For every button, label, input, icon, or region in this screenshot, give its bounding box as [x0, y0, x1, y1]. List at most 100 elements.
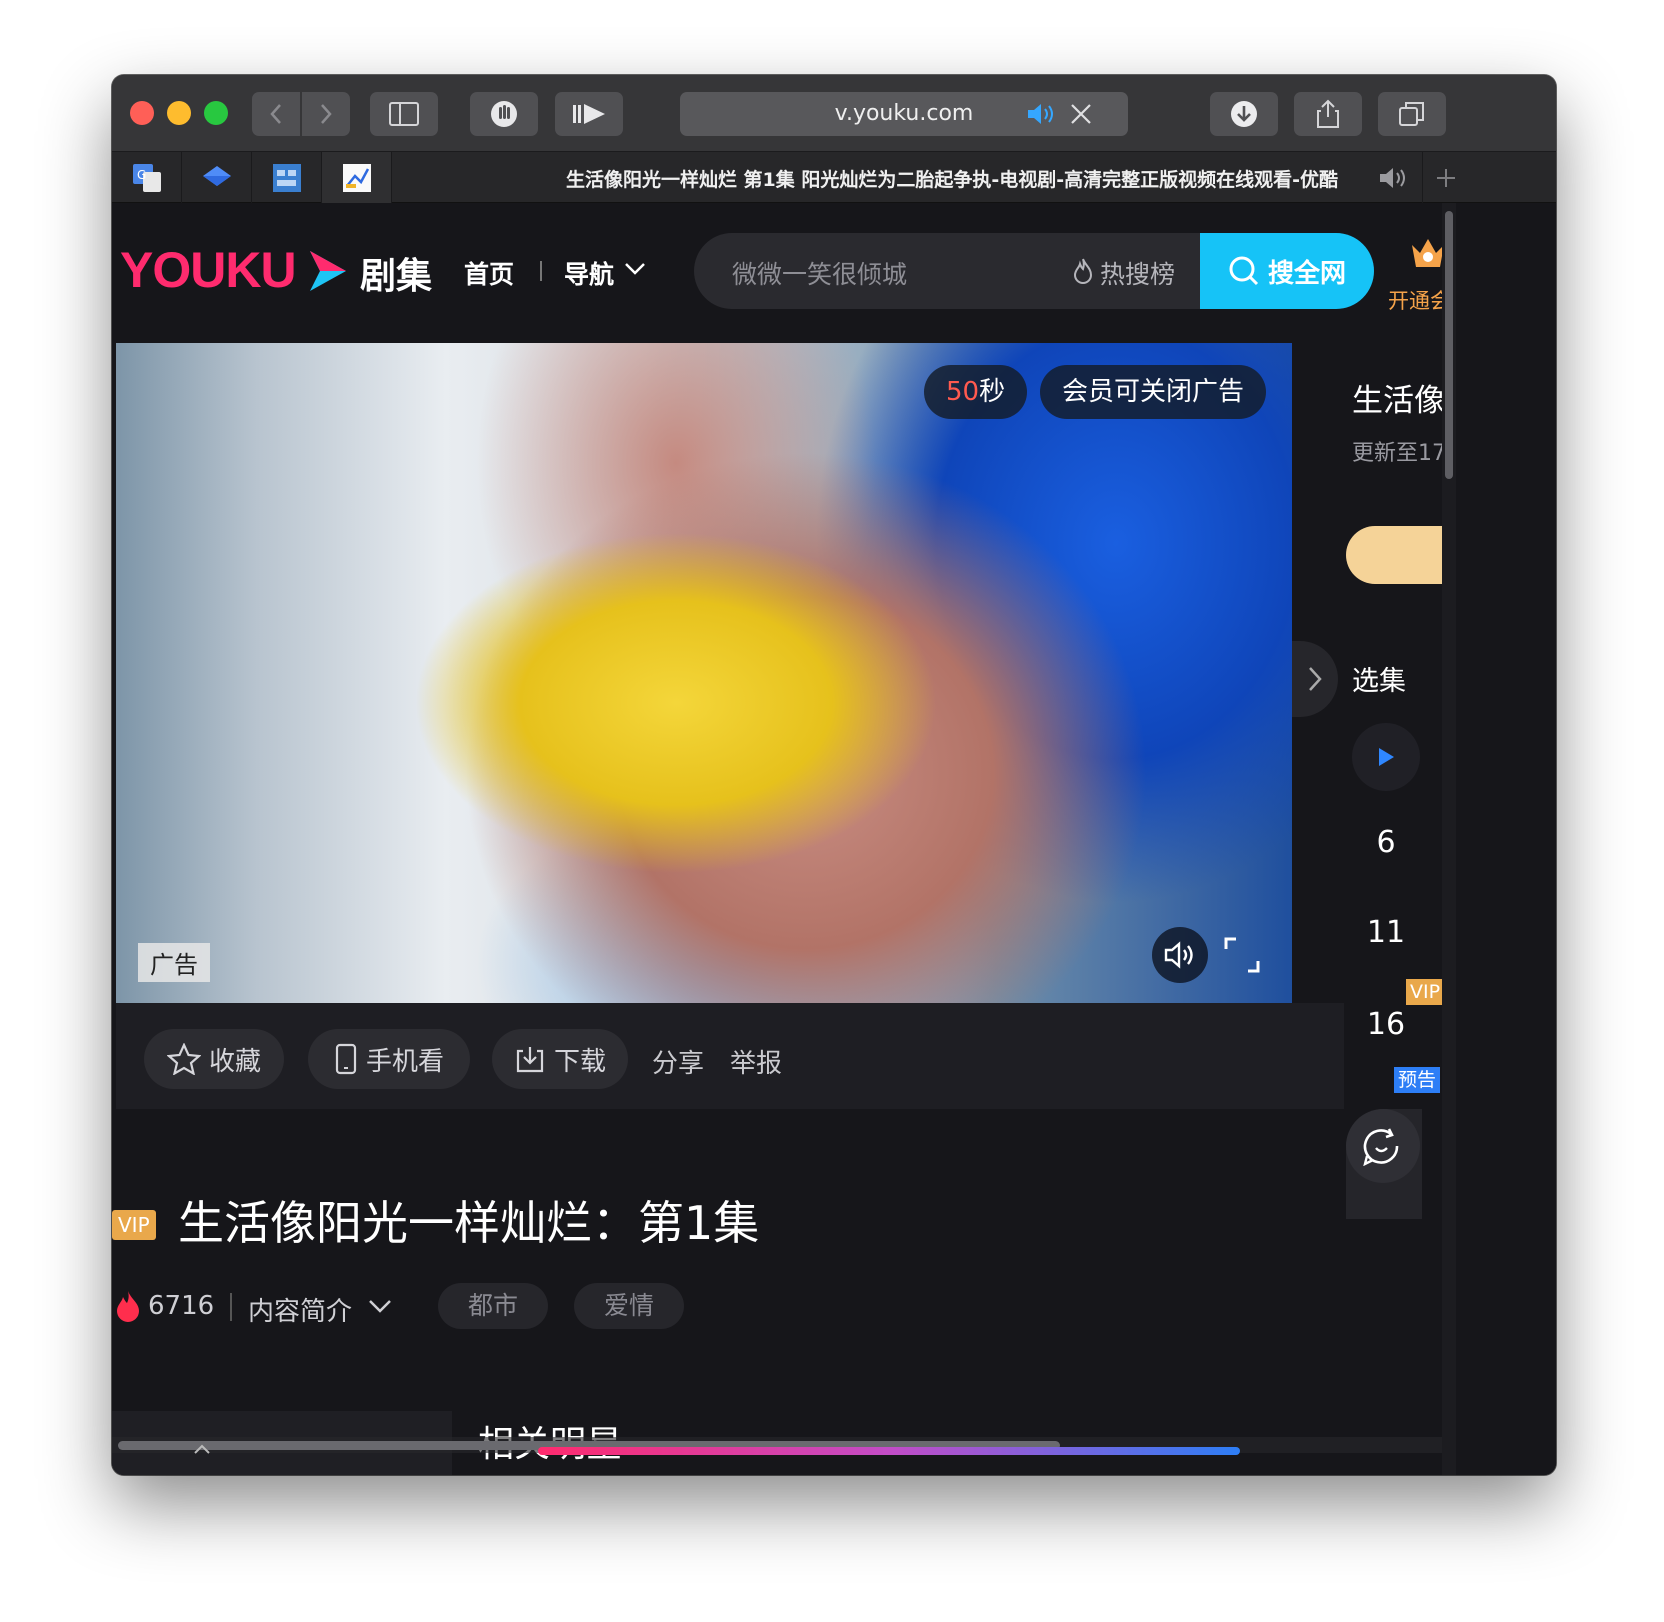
minimize-window-button[interactable]: [167, 101, 191, 125]
episode-title: 生活像阳光一样灿烂：第1集: [178, 1196, 760, 1250]
youku-logo[interactable]: YOUKU: [120, 241, 297, 299]
tab-overview-button[interactable]: [1378, 92, 1446, 136]
downloads-button[interactable]: [1210, 92, 1278, 136]
mobile-label: 手机看: [365, 1046, 444, 1077]
share-link[interactable]: 分享: [652, 1043, 704, 1080]
adblock-extension-button[interactable]: [470, 92, 538, 136]
share-icon: [1317, 99, 1339, 128]
episode-1-playing[interactable]: [1352, 723, 1420, 791]
stop-loading-icon[interactable]: [1070, 103, 1092, 125]
search-icon: [1229, 256, 1259, 286]
play-forward-icon: [573, 104, 605, 124]
graduation-cap-icon: [202, 166, 231, 186]
page-progress-bar: [538, 1447, 1240, 1455]
tab-bar: G 生活像阳光一样灿烂 第1集 阳光灿烂为二胎起争执-电视剧-高清完整正版视频在…: [112, 151, 1556, 204]
title-bar: v.youku.com: [112, 75, 1556, 151]
close-window-button[interactable]: [130, 101, 154, 125]
new-tab-icon[interactable]: [1434, 166, 1458, 190]
chat-refresh-icon: [1363, 1128, 1399, 1166]
download-box-icon: [516, 1047, 544, 1073]
hand-stop-icon: [491, 101, 517, 127]
nav-home-link[interactable]: 首页: [464, 255, 514, 291]
tag-urban[interactable]: 都市: [438, 1283, 549, 1329]
show-title[interactable]: 生活像阳光一样灿烂: [1352, 375, 1442, 420]
search-box[interactable]: 微微一笑很倾城 热搜榜 搜全网: [694, 233, 1374, 309]
fullscreen-icon[interactable]: [1222, 935, 1262, 975]
ad-seconds: 50: [946, 377, 980, 407]
feedback-button[interactable]: [1346, 1109, 1420, 1183]
address-bar[interactable]: v.youku.com: [680, 92, 1128, 136]
speaker-active-icon[interactable]: [1026, 102, 1058, 126]
chevron-right-icon: [1309, 667, 1322, 691]
sidebar-icon: [389, 102, 419, 126]
pinned-tab-chart[interactable]: [322, 152, 392, 204]
url-text: v.youku.com: [834, 101, 974, 126]
zoom-window-button[interactable]: [204, 101, 228, 125]
play-icon: [1379, 748, 1394, 766]
flame-icon: [117, 1291, 139, 1322]
chevron-down-icon[interactable]: [368, 1297, 392, 1315]
site-header: YOUKU 剧集 首页 导航 微微一笑很倾城 热搜榜 搜全网 开通会: [112, 203, 1556, 341]
share-button[interactable]: [1294, 92, 1362, 136]
youku-play-logo-icon: [310, 251, 346, 291]
chart-logo-icon: [342, 164, 371, 192]
vip-badge: VIP: [112, 1210, 156, 1240]
video-actions-bar: 收藏 手机看 下载 分享 举报: [116, 1003, 1344, 1109]
vertical-scroll-thumb[interactable]: [1445, 211, 1453, 479]
channel-name[interactable]: 剧集: [360, 247, 432, 299]
google-translate-icon: G: [132, 164, 161, 192]
phone-icon: [335, 1043, 357, 1075]
star-icon: [166, 1043, 201, 1075]
favorite-button[interactable]: 收藏: [144, 1029, 284, 1089]
sidebar-toggle-button[interactable]: [370, 92, 438, 136]
pinned-tab-dict[interactable]: [252, 152, 322, 204]
download-button[interactable]: 下载: [492, 1029, 628, 1089]
next-panel-button[interactable]: [1292, 641, 1338, 717]
tab-audio-icon[interactable]: [1378, 166, 1412, 190]
tabs-icon: [1399, 102, 1424, 126]
chevron-up-icon[interactable]: [192, 1443, 212, 1455]
nav-divider: [540, 261, 542, 281]
active-tab-title[interactable]: 生活像阳光一样灿烂 第1集 阳光灿烂为二胎起争执-电视剧-高清完整正版视频在线观…: [452, 165, 1452, 192]
nav-guide-link[interactable]: 导航: [564, 255, 614, 291]
heat-count: 6716: [148, 1291, 215, 1321]
meta-divider: [230, 1293, 232, 1321]
page-edge: [1456, 203, 1556, 1475]
search-button[interactable]: 搜全网: [1200, 233, 1374, 309]
chevron-right-icon: [321, 104, 332, 124]
watch-on-mobile-button[interactable]: 手机看: [308, 1029, 470, 1089]
forward-button[interactable]: [302, 92, 350, 136]
dictionary-icon: [272, 164, 301, 192]
episode-6[interactable]: 6: [1352, 825, 1420, 860]
episode-preview-badge: 预告: [1394, 1067, 1441, 1093]
episode-11[interactable]: 11: [1352, 915, 1420, 950]
vip-promo-button[interactable]: [1346, 526, 1442, 584]
vertical-scrollbar[interactable]: [1442, 203, 1456, 1475]
search-input[interactable]: 微微一笑很倾城: [732, 255, 907, 291]
episode-vip-badge: VIP: [1406, 979, 1445, 1005]
download-label: 下载: [553, 1046, 606, 1077]
intro-toggle[interactable]: 内容简介: [248, 1291, 352, 1328]
flame-outline-icon: [1073, 258, 1093, 284]
back-button[interactable]: [252, 92, 300, 136]
search-button-label: 搜全网: [1267, 258, 1346, 289]
report-link[interactable]: 举报: [730, 1043, 782, 1080]
browser-window: v.youku.com G 生活像阳光一样灿烂 第1集 阳光灿烂为二胎起争执-电…: [112, 75, 1556, 1475]
ad-countdown: 50秒: [924, 365, 1028, 419]
video-player[interactable]: 50秒 会员可关闭广告 广告: [116, 343, 1292, 1003]
chevron-down-icon: [625, 263, 645, 275]
tag-romance[interactable]: 爱情: [574, 1283, 685, 1329]
episode-16[interactable]: 16: [1352, 1007, 1420, 1042]
volume-button[interactable]: [1152, 927, 1208, 983]
hot-search-link[interactable]: 热搜榜: [1100, 255, 1175, 291]
reader-extension-button[interactable]: [555, 92, 623, 136]
download-icon: [1231, 101, 1257, 127]
pinned-tab-scholar[interactable]: [182, 152, 252, 204]
ad-seconds-unit: 秒: [979, 377, 1006, 407]
video-meta: 6716 内容简介 都市 爱情: [112, 1283, 812, 1331]
update-status: 更新至17: [1352, 441, 1442, 466]
favorite-label: 收藏: [208, 1046, 261, 1077]
vip-close-ad-button[interactable]: 会员可关闭广告: [1040, 365, 1267, 419]
ad-label: 广告: [138, 943, 210, 982]
pinned-tab-translate[interactable]: G: [112, 152, 182, 204]
